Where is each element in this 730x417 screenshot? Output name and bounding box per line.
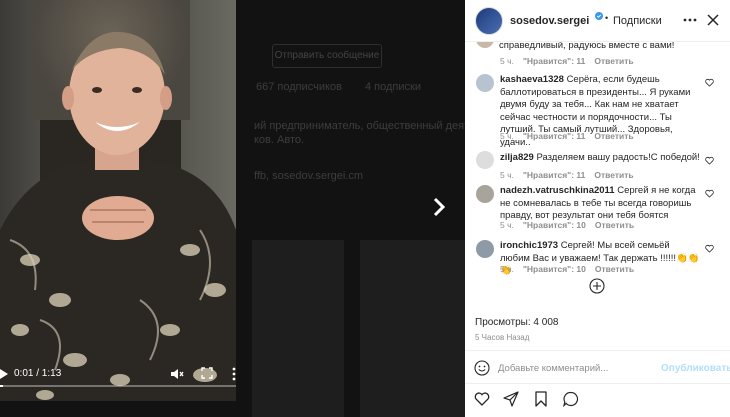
- heart-icon[interactable]: [705, 78, 714, 87]
- reply-button[interactable]: Ответить: [594, 56, 633, 66]
- mute-icon[interactable]: [170, 367, 184, 381]
- close-icon[interactable]: [707, 14, 719, 26]
- emoji-icon[interactable]: [474, 360, 490, 376]
- comment-text: zilja829 Разделяем вашу радость!С победо…: [500, 152, 700, 165]
- comment-time: 5 ч.: [500, 220, 514, 230]
- play-icon[interactable]: [0, 369, 8, 379]
- separator-dot: •: [605, 13, 609, 23]
- comment-avatar[interactable]: [476, 74, 494, 92]
- post-detail-panel: sosedov.sergei • Подписки справедливый, …: [465, 0, 730, 417]
- author-avatar[interactable]: [475, 7, 503, 35]
- comment-avatar[interactable]: [476, 151, 494, 169]
- comment-text: nadezh.vatruschkina2011 Сергей я не когд…: [500, 185, 700, 223]
- video-more-icon[interactable]: [232, 367, 236, 381]
- author-username[interactable]: sosedov.sergei: [510, 15, 589, 27]
- post-time: 5 Часов Назад: [475, 333, 530, 342]
- comment-username[interactable]: ironchic1973: [500, 240, 558, 251]
- views-count[interactable]: Просмотры: 4 008: [475, 317, 558, 328]
- add-comment-bar: Опубликовать: [465, 350, 730, 384]
- comment-likes[interactable]: "Нравится": 11: [523, 56, 585, 66]
- fullscreen-icon[interactable]: [201, 367, 213, 379]
- comment-meta: 5 ч. "Нравится": 10 Ответить: [500, 264, 643, 274]
- post-video[interactable]: 0:01 / 1:13: [0, 0, 236, 401]
- reply-button[interactable]: Ответить: [594, 131, 633, 141]
- comment-avatar[interactable]: [476, 42, 494, 48]
- following-count: 4 подписки: [365, 81, 421, 93]
- comment-likes[interactable]: "Нравится": 11: [523, 131, 585, 141]
- send-message-button: Отправить сообщение: [272, 44, 382, 68]
- comment-time: 5 ч.: [500, 170, 514, 180]
- comment-avatar[interactable]: [476, 185, 494, 203]
- publish-button[interactable]: Опубликовать: [661, 363, 730, 374]
- video-progress-fill: [0, 385, 4, 387]
- grid-thumbnail: [252, 240, 344, 417]
- heart-icon[interactable]: [705, 156, 714, 165]
- bio-line: ков. Авто.: [254, 134, 305, 146]
- followers-count: 667 подписчиков: [256, 81, 342, 93]
- comment-meta: 5 ч. "Нравится": 11 Ответить: [500, 170, 643, 180]
- speech-bubble-icon[interactable]: [563, 391, 579, 407]
- heart-icon[interactable]: [705, 189, 714, 198]
- comment-time: 5 ч.: [500, 131, 514, 141]
- reply-button[interactable]: Ответить: [595, 264, 634, 274]
- grid-thumbnail: [360, 240, 465, 417]
- comment-username[interactable]: nadezh.vatruschkina2011: [500, 185, 615, 196]
- partial-comment-text: справедливый, радуюсь вместе с вами!: [499, 42, 675, 51]
- heart-icon[interactable]: [474, 391, 490, 407]
- post-actions: [465, 388, 730, 412]
- paper-plane-icon[interactable]: [503, 391, 519, 407]
- comment-meta: 5 ч. "Нравится": 10 Ответить: [500, 220, 643, 230]
- following-button[interactable]: Подписки: [613, 15, 662, 27]
- comment-likes[interactable]: "Нравится": 11: [523, 170, 585, 180]
- comment-time: 5 ч.: [500, 264, 514, 274]
- post-header: sosedov.sergei • Подписки: [465, 0, 730, 42]
- comment-username[interactable]: kashaeva1328: [500, 74, 564, 85]
- comment-likes[interactable]: "Нравится": 10: [523, 220, 586, 230]
- reply-button[interactable]: Ответить: [594, 170, 633, 180]
- video-progress-bar[interactable]: [0, 385, 236, 387]
- bio-line: ий предприниматель, общественный деятель…: [254, 120, 465, 132]
- video-frame-person: [0, 31, 236, 401]
- next-post-arrow-icon[interactable]: [431, 197, 447, 217]
- verified-badge-icon: [595, 12, 603, 20]
- comment-username[interactable]: zilja829: [500, 152, 534, 163]
- comment-time: 5 ч.: [500, 56, 514, 66]
- heart-icon[interactable]: [705, 244, 714, 253]
- comment-avatar[interactable]: [476, 240, 494, 258]
- more-options-icon[interactable]: [683, 13, 697, 27]
- comment-meta: 5 ч. "Нравится": 11 Ответить: [500, 56, 643, 66]
- bookmark-icon[interactable]: [533, 391, 549, 407]
- reply-button[interactable]: Ответить: [595, 220, 634, 230]
- comments-list[interactable]: справедливый, радуюсь вместе с вами! 5 ч…: [465, 42, 730, 310]
- video-controls: 0:01 / 1:13: [0, 363, 236, 385]
- comment-input[interactable]: [498, 359, 648, 377]
- bio-link: ffb, sosedov.sergei.cm: [254, 170, 364, 182]
- comment-content: Разделяем вашу радость!С победой!: [536, 152, 700, 163]
- video-time: 0:01 / 1:13: [14, 368, 62, 379]
- load-more-comments-icon[interactable]: [589, 278, 605, 294]
- comment-meta: 5 ч. "Нравится": 11 Ответить: [500, 131, 643, 141]
- comment-likes[interactable]: "Нравится": 10: [523, 264, 586, 274]
